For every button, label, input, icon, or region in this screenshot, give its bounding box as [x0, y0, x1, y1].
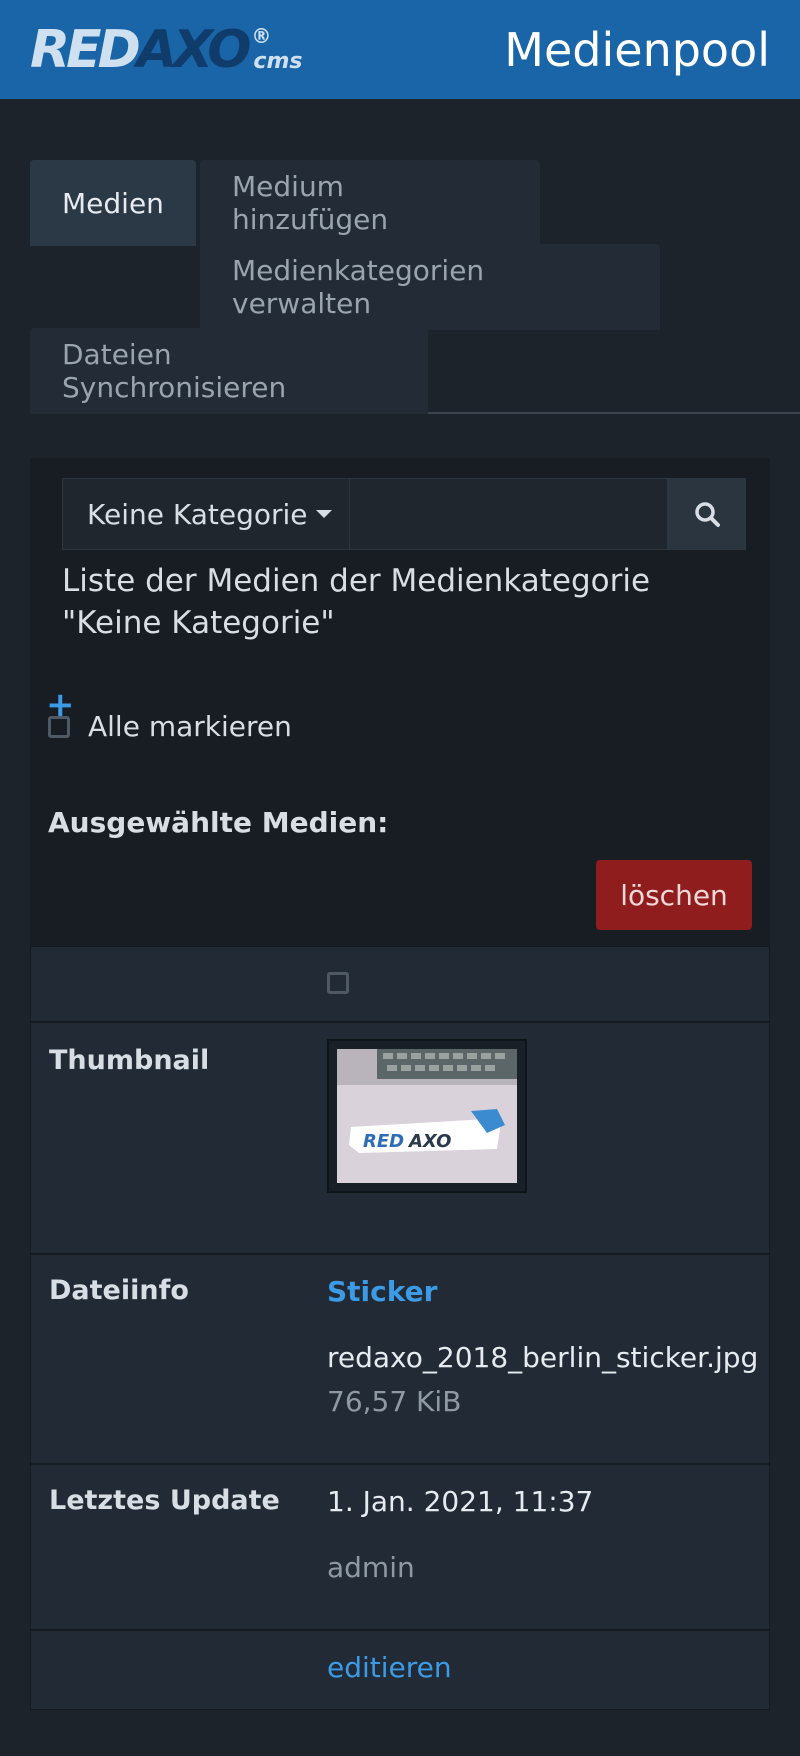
logo-red: RED: [30, 19, 141, 80]
mark-all-checkbox[interactable]: [48, 715, 70, 738]
table-row-last-update: Letztes Update 1. Jan. 2021, 11:37 admin: [31, 1465, 769, 1631]
thumbnail-label: Thumbnail: [49, 1045, 210, 1076]
redaxo-logo[interactable]: RED AXO ® cms: [30, 24, 302, 76]
mark-all[interactable]: Alle markieren: [48, 710, 292, 743]
category-select[interactable]: Keine Kategorie: [62, 478, 350, 550]
logo-axo: AXO: [136, 19, 252, 80]
media-filesize: 76,57 KiB: [327, 1385, 462, 1418]
delete-button[interactable]: löschen: [596, 860, 752, 930]
search-button[interactable]: [668, 478, 746, 550]
tab-medienkategorien-verwalten[interactable]: Medienkategorien verwalten: [200, 244, 660, 330]
media-updated-user: admin: [327, 1551, 415, 1584]
tab-medium-hinzufuegen[interactable]: Medium hinzufügen: [200, 160, 540, 246]
list-caption: Liste der Medien der Medienkategorie "Ke…: [62, 563, 651, 641]
media-table: Thumbnail RED AXO Dateiinfo Sticker reda…: [30, 946, 770, 1710]
search-input[interactable]: [350, 478, 668, 550]
media-title-link[interactable]: Sticker: [327, 1275, 437, 1308]
logo-registered-mark: ®: [251, 23, 272, 48]
media-filter-panel: Keine Kategorie Liste der Medien der Med…: [30, 458, 770, 946]
logo-cms: cms: [253, 48, 303, 74]
table-row-thumbnail: Thumbnail RED AXO: [31, 1023, 769, 1255]
table-row-select: [31, 947, 769, 1023]
fileinfo-label: Dateiinfo: [49, 1275, 189, 1306]
svg-text:RED: RED: [363, 1131, 404, 1152]
sticker-thumbnail-image: RED AXO: [337, 1049, 517, 1183]
media-filename: redaxo_2018_berlin_sticker.jpg: [327, 1341, 759, 1374]
thumbnail[interactable]: RED AXO: [327, 1039, 527, 1193]
page-title: Medienpool: [504, 22, 770, 77]
media-updated-date: 1. Jan. 2021, 11:37: [327, 1485, 594, 1518]
svg-text:AXO: AXO: [407, 1131, 451, 1152]
media-select-checkbox[interactable]: [327, 972, 349, 994]
tab-dateien-synchronisieren[interactable]: Dateien Synchronisieren: [30, 328, 428, 414]
tab-medien[interactable]: Medien: [30, 160, 196, 246]
tabs-divider: [428, 412, 800, 414]
caret-down-icon: [315, 510, 332, 518]
mark-all-label: Alle markieren: [88, 710, 292, 743]
last-update-label: Letztes Update: [49, 1485, 280, 1516]
search-icon: [695, 502, 720, 527]
selected-media-label: Ausgewählte Medien:: [48, 806, 389, 839]
tab-navigation: Medien Medium hinzufügen Medienkategorie…: [30, 160, 800, 414]
table-row-actions: editieren: [31, 1631, 769, 1709]
edit-link[interactable]: editieren: [327, 1651, 452, 1684]
filter-row: Keine Kategorie: [62, 478, 746, 550]
top-bar: RED AXO ® cms Medienpool: [0, 0, 800, 99]
category-select-value: Keine Kategorie: [87, 497, 308, 531]
table-row-fileinfo: Dateiinfo Sticker redaxo_2018_berlin_sti…: [31, 1255, 769, 1465]
